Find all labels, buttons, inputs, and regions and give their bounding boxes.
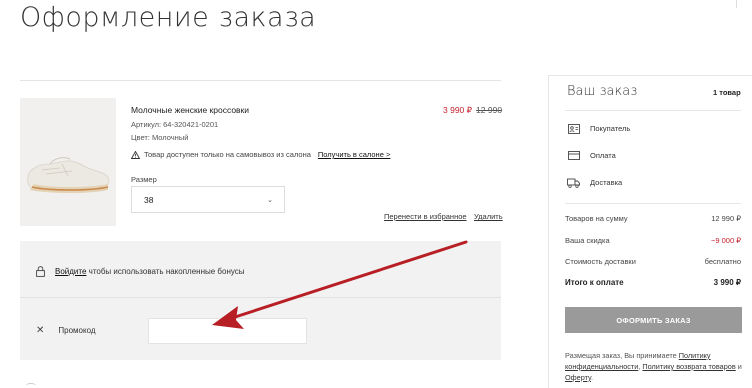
step-payment-label: Оплата xyxy=(590,151,616,160)
return-policy-link[interactable]: Политику возврата товаров xyxy=(642,362,735,371)
page-title: Оформление заказа xyxy=(20,2,317,33)
delivery-cost-label: Стоимость доставки xyxy=(565,257,636,266)
promo-row: ✕ Промокод xyxy=(36,325,96,336)
size-value: 38 xyxy=(144,194,154,205)
delivery-cost-value: бесплатно xyxy=(704,257,741,266)
payment-card-icon xyxy=(567,150,580,161)
title-divider xyxy=(20,80,501,81)
price-old: 12 990 xyxy=(476,105,503,115)
step-buyer-label: Покупатель xyxy=(590,124,631,133)
pickup-in-store-link[interactable]: Получить в салоне > xyxy=(318,150,390,159)
summary-count: 1 товар xyxy=(713,88,741,97)
move-to-favorites-link[interactable]: Перенести в избранное xyxy=(384,212,467,221)
lock-icon xyxy=(36,266,45,277)
sneaker-image xyxy=(20,98,116,226)
step-delivery[interactable]: Доставка xyxy=(567,177,622,188)
product-name[interactable]: Молочные женские кроссовки xyxy=(131,105,249,115)
subtotal-label: Товаров на сумму xyxy=(565,214,628,223)
bottom-decoration xyxy=(26,383,36,388)
summary-line-discount: Ваша скидка −9 000 ₽ xyxy=(565,236,741,245)
summary-line-delivery: Стоимость доставки бесплатно xyxy=(565,257,741,266)
bonus-rest-text: чтобы использовать накопленные бонусы xyxy=(86,267,245,276)
price-new: 3 990 ₽ xyxy=(443,105,473,115)
pickup-warning: Товар доступен только на самовывоз из са… xyxy=(131,150,390,159)
login-link[interactable]: Войдите xyxy=(55,267,86,276)
chevron-down-icon: ⌄ xyxy=(267,196,273,204)
summary-line-subtotal: Товаров на сумму 12 990 ₽ xyxy=(565,214,741,223)
bonus-row: Войдите чтобы использовать накопленные б… xyxy=(36,266,245,277)
product-image[interactable] xyxy=(20,98,116,226)
offer-link[interactable]: Оферту xyxy=(565,373,591,382)
summary-divider xyxy=(565,203,741,204)
product-price: 3 990 ₽12 990 xyxy=(443,105,502,116)
legal-notice: Размещая заказ, Вы принимаете Политику к… xyxy=(565,350,747,383)
step-buyer[interactable]: Покупатель xyxy=(567,123,630,134)
place-order-button[interactable]: Оформить заказ xyxy=(565,307,742,333)
pickup-warning-text: Товар доступен только на самовывоз из са… xyxy=(144,150,311,159)
close-icon[interactable]: ✕ xyxy=(36,325,44,336)
summary-title: Ваш заказ xyxy=(567,84,638,99)
header-divider xyxy=(736,0,737,8)
step-payment[interactable]: Оплата xyxy=(567,150,616,161)
discount-value: −9 000 ₽ xyxy=(710,236,741,245)
legal-text: Размещая заказ, Вы принимаете xyxy=(565,351,679,360)
summary-total: Итого к оплате 3 990 ₽ xyxy=(565,278,741,287)
legal-conjunction: и xyxy=(735,362,742,371)
order-summary-panel xyxy=(548,75,752,388)
promo-code-input[interactable] xyxy=(148,318,307,344)
summary-divider xyxy=(565,110,741,111)
bonus-text: Войдите чтобы использовать накопленные б… xyxy=(55,267,245,276)
product-article: Артикул: 64-320421-0201 xyxy=(131,120,219,129)
legal-end: . xyxy=(590,373,594,382)
truck-icon xyxy=(567,177,580,188)
subtotal-value: 12 990 ₽ xyxy=(711,214,741,223)
remove-link[interactable]: Удалить xyxy=(474,212,503,221)
discount-label: Ваша скидка xyxy=(565,236,610,245)
person-card-icon xyxy=(567,123,580,134)
size-select[interactable]: 38 ⌄ xyxy=(131,186,285,213)
step-delivery-label: Доставка xyxy=(590,178,623,187)
promo-label: Промокод xyxy=(58,326,96,335)
total-label: Итого к оплате xyxy=(565,278,624,287)
total-value: 3 990 ₽ xyxy=(713,278,741,287)
size-label: Размер xyxy=(131,175,157,184)
panel-divider xyxy=(20,297,501,298)
product-color: Цвет: Молочный xyxy=(131,133,189,142)
warning-icon xyxy=(131,150,140,159)
